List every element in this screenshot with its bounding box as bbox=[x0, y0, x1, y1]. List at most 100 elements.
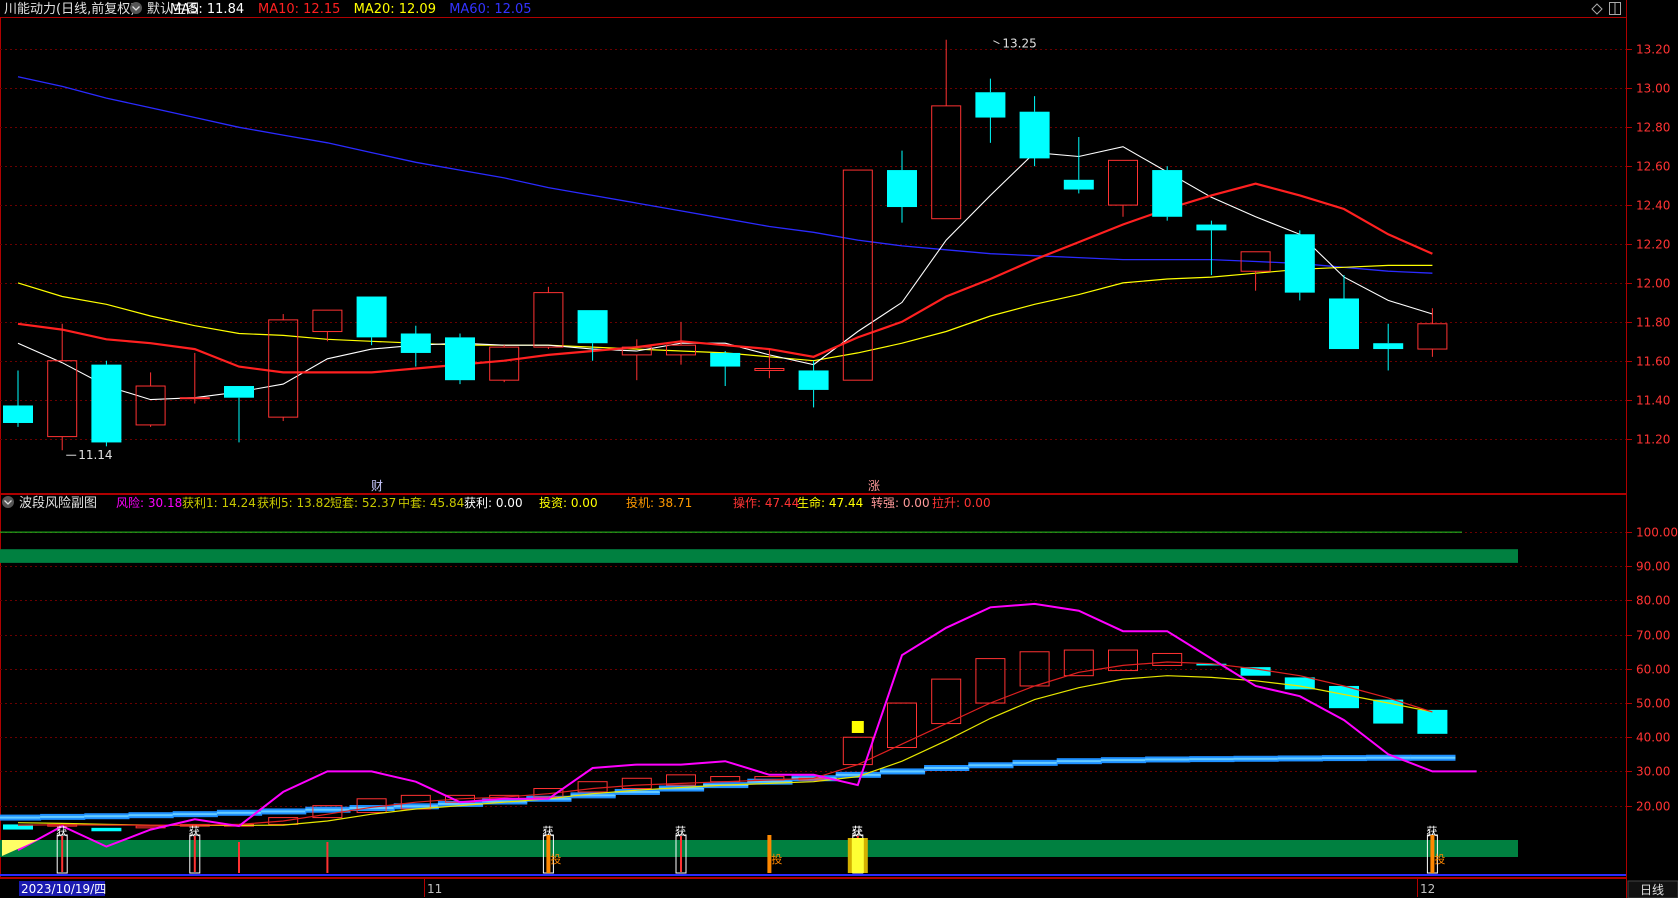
blue-band-highlight bbox=[924, 767, 970, 770]
blue-band-highlight bbox=[1277, 757, 1323, 760]
candle-body bbox=[3, 405, 33, 423]
candle-body bbox=[887, 170, 917, 208]
price-annotation: 13.25 bbox=[993, 37, 1037, 51]
sub-legend-item: 拉升: 0.00 bbox=[932, 495, 991, 510]
candle bbox=[400, 325, 431, 367]
blue-band-highlight bbox=[0, 816, 42, 819]
sub-candle bbox=[887, 702, 917, 748]
risk-indicator: 获获获获获获投投投获 bbox=[0, 531, 1626, 876]
candle-body bbox=[47, 360, 78, 438]
candle-body bbox=[400, 333, 431, 353]
candle-body bbox=[445, 337, 475, 381]
candle-body bbox=[1019, 111, 1050, 159]
gold-signal: 获 bbox=[847, 825, 868, 873]
panel-toggle-icon[interactable] bbox=[1609, 2, 1621, 15]
candle-body bbox=[931, 105, 962, 220]
sub-title[interactable]: 波段风险副图 bbox=[19, 496, 97, 511]
ma-legend-item: MA10: 12.15 bbox=[258, 2, 340, 17]
candle-body bbox=[975, 92, 1006, 118]
huo-label: 获 bbox=[675, 825, 686, 838]
candle bbox=[710, 351, 741, 387]
candle bbox=[1063, 137, 1094, 194]
sub-candle bbox=[1152, 652, 1183, 666]
blue-band-highlight bbox=[172, 813, 218, 816]
ma-legend-item: MA5: 11.84 bbox=[170, 2, 244, 17]
candle-body bbox=[710, 352, 741, 367]
candle-body bbox=[533, 292, 564, 348]
candle bbox=[489, 345, 520, 383]
main-tick-label: 12.80 bbox=[1636, 121, 1670, 135]
sub-red-line bbox=[17, 661, 1433, 826]
main-tick-label: 12.60 bbox=[1636, 160, 1670, 174]
blue-band-highlight bbox=[261, 810, 307, 813]
candle-body bbox=[754, 368, 785, 371]
candle-body bbox=[1417, 323, 1448, 350]
huo-label: 获 bbox=[189, 825, 200, 838]
ma20-line bbox=[17, 264, 1433, 362]
blue-band-highlight bbox=[305, 808, 351, 811]
candle-body bbox=[179, 397, 210, 400]
sub-legend-item: 短套: 52.37 bbox=[330, 496, 396, 510]
sub-legend-item: 转强: 0.00 bbox=[871, 495, 930, 510]
period-label[interactable]: 日线 bbox=[1640, 883, 1664, 897]
sub-legend-item: 获利5: 13.82 bbox=[257, 496, 331, 510]
gold-signal-core bbox=[851, 838, 864, 873]
blue-band-highlight bbox=[879, 770, 926, 773]
blue-band-highlight bbox=[1189, 758, 1235, 761]
candle bbox=[1329, 275, 1359, 350]
chevron-down-icon[interactable] bbox=[130, 2, 142, 14]
main-tick-label: 11.20 bbox=[1636, 433, 1670, 447]
main-panel-frame bbox=[0, 17, 1627, 494]
candle bbox=[268, 314, 299, 422]
main-tick-label: 12.20 bbox=[1636, 238, 1670, 252]
candle bbox=[312, 309, 343, 342]
main-tick-label: 12.00 bbox=[1636, 277, 1670, 291]
sub-candle bbox=[975, 658, 1006, 704]
candle-body bbox=[1196, 224, 1227, 231]
sub-tick-label: 50.00 bbox=[1636, 697, 1670, 711]
sub-tick-label: 30.00 bbox=[1636, 765, 1670, 779]
blue-band-highlight bbox=[1012, 761, 1058, 764]
candle-body bbox=[312, 309, 343, 333]
sub-candle bbox=[91, 827, 122, 832]
blue-band-highlight bbox=[1366, 756, 1412, 759]
diamond-icon[interactable] bbox=[1591, 3, 1603, 15]
candle bbox=[1373, 323, 1404, 371]
price-annotations: 13.25 11.14 bbox=[66, 37, 1037, 462]
candle bbox=[1417, 308, 1448, 357]
ma10-line bbox=[17, 182, 1433, 374]
blue-band-highlight bbox=[1321, 757, 1368, 760]
main-tick-label: 11.60 bbox=[1636, 355, 1670, 369]
candle-body bbox=[1284, 234, 1315, 293]
candle bbox=[1240, 251, 1271, 291]
blue-band-highlight bbox=[835, 773, 881, 776]
sub-legend-item: 风险: 30.18 bbox=[116, 495, 182, 510]
main-tick-label: 11.40 bbox=[1636, 394, 1670, 408]
sub-grid bbox=[0, 532, 1626, 807]
blue-band-highlight bbox=[968, 764, 1014, 767]
blue-band-highlight bbox=[84, 815, 130, 818]
yellow-signal-marker bbox=[851, 720, 864, 733]
huo-label: 获 bbox=[56, 825, 67, 838]
sub-legend-item: 投资: 0.00 bbox=[539, 495, 598, 510]
sub-y-axis: 100.00 90.00 80.00 70.00 60.00 50.00 40.00 30.0… bbox=[1626, 526, 1678, 814]
tou-label: 投 bbox=[1434, 852, 1445, 866]
sub-tick-label: 80.00 bbox=[1636, 594, 1670, 608]
cai-marker: 财 bbox=[371, 479, 383, 493]
main-tick-label: 13.00 bbox=[1636, 82, 1670, 96]
sub-tick-label: 20.00 bbox=[1636, 800, 1670, 814]
main-tick-label: 13.20 bbox=[1636, 43, 1670, 57]
candle-body bbox=[91, 364, 122, 443]
chart-canvas: 13.20 13.00 12.80 12.60 12.40 12.20 12.00 11.80… bbox=[0, 0, 1678, 898]
sub-candle bbox=[1019, 651, 1050, 687]
sub-tick-label: 100.00 bbox=[1636, 526, 1678, 540]
stock-title[interactable]: 川能动力(日线,前复权) bbox=[4, 1, 135, 17]
sub-chevron-down-icon[interactable] bbox=[2, 496, 14, 508]
sub-candle bbox=[621, 777, 652, 790]
sub-tick-label: 90.00 bbox=[1636, 560, 1670, 574]
sub-candle bbox=[1417, 709, 1448, 734]
annotation-arrow bbox=[993, 40, 1000, 45]
sub-legend: 风险: 30.18 获利1: 14.24 获利5: 13.82 短套: 52.37 中套… bbox=[116, 495, 991, 510]
month-label-12: 12 bbox=[1420, 882, 1435, 896]
blue-band-highlight bbox=[128, 814, 174, 817]
